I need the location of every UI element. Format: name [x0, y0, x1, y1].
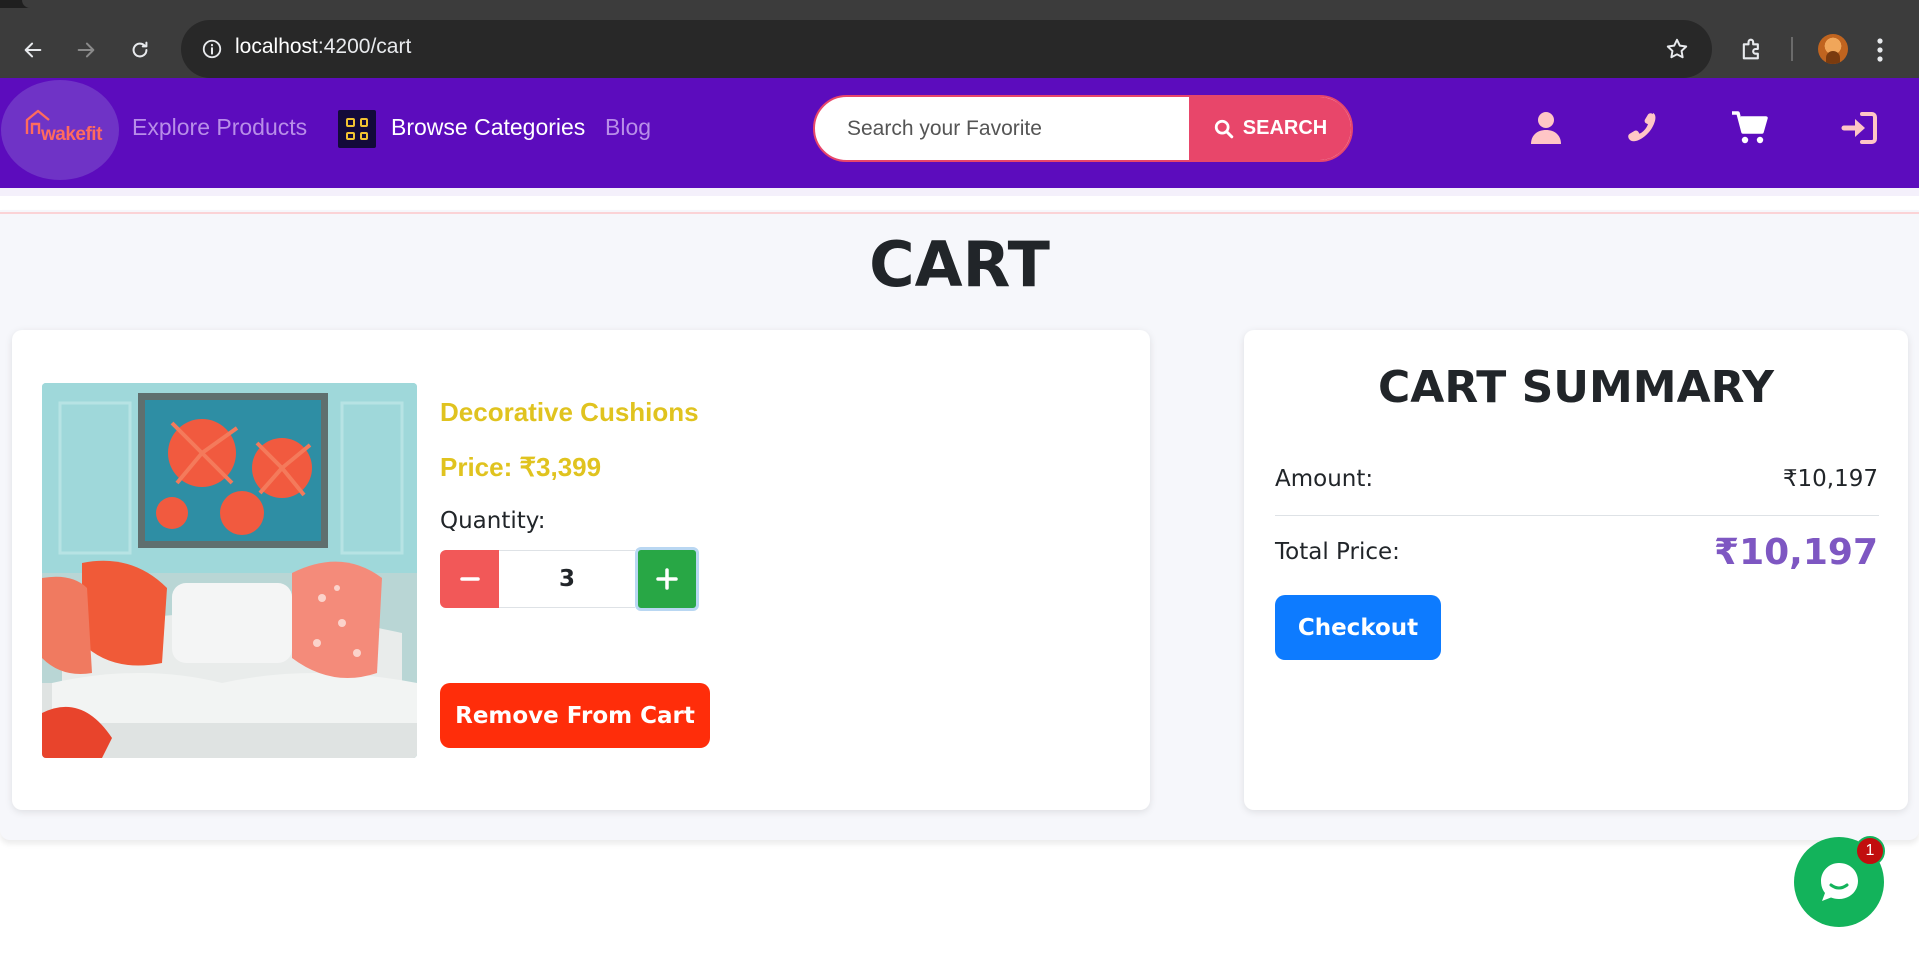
- categories-grid-icon[interactable]: [338, 110, 376, 148]
- chat-bubble-icon: [1821, 863, 1858, 901]
- contact-button[interactable]: [1618, 106, 1662, 150]
- navbar-underline: [0, 188, 1919, 196]
- increase-quantity-button[interactable]: [635, 547, 699, 611]
- bookmark-star-icon[interactable]: [1664, 36, 1690, 62]
- login-button[interactable]: [1838, 106, 1882, 150]
- arrow-right-icon: [77, 42, 95, 58]
- browser-toolbar: localhost:4200/cart: [0, 8, 1919, 78]
- phone-icon: [1628, 113, 1656, 142]
- chat-notification-badge: 1: [1855, 836, 1885, 866]
- product-photo-cushions: [42, 383, 417, 758]
- forward-button[interactable]: [68, 32, 104, 68]
- content-top-border: [0, 212, 1919, 214]
- amount-label: Amount:: [1275, 466, 1374, 492]
- url-text[interactable]: localhost:4200/cart: [235, 35, 411, 59]
- checkout-button[interactable]: Checkout: [1275, 595, 1441, 660]
- quantity-value[interactable]: 3: [499, 550, 635, 608]
- amount-value: ₹10,197: [1782, 466, 1878, 492]
- login-icon: [1841, 112, 1877, 144]
- reload-button[interactable]: [122, 32, 158, 68]
- brand-logo[interactable]: wakefit: [1, 80, 119, 180]
- cart-summary-title: CART SUMMARY: [1378, 362, 1774, 413]
- nav-blog[interactable]: Blog: [605, 114, 651, 141]
- total-price-value: ₹10,197: [1714, 532, 1878, 573]
- product-name[interactable]: Decorative Cushions: [440, 397, 699, 428]
- cart-icon: [1732, 111, 1768, 144]
- user-icon: [1531, 112, 1561, 144]
- search-bar: SEARCH: [813, 95, 1353, 162]
- cart-button[interactable]: [1728, 106, 1772, 150]
- total-price-label: Total Price:: [1275, 539, 1400, 565]
- summary-divider: [1275, 515, 1879, 516]
- site-info-icon[interactable]: [201, 38, 223, 60]
- profile-avatar[interactable]: [1818, 34, 1848, 64]
- product-price: Price: ₹3,399: [440, 452, 602, 482]
- search-input[interactable]: [815, 97, 1191, 160]
- plus-icon: [656, 568, 678, 590]
- quantity-stepper: 3: [440, 547, 699, 611]
- url-path: :4200/cart: [317, 35, 412, 58]
- browser-tabstrip-edge: [22, 0, 1919, 8]
- minus-icon: [459, 577, 480, 581]
- remove-from-cart-button[interactable]: Remove From Cart: [440, 683, 710, 748]
- account-button[interactable]: [1524, 106, 1568, 150]
- search-button[interactable]: SEARCH: [1189, 97, 1351, 160]
- search-button-label: SEARCH: [1242, 117, 1328, 139]
- browser-menu-icon[interactable]: [1876, 36, 1884, 64]
- nav-browse-categories[interactable]: Browse Categories: [391, 114, 585, 141]
- page-title: CART: [869, 228, 1050, 301]
- reload-icon: [132, 41, 148, 58]
- url-host: localhost: [235, 35, 318, 58]
- toolbar-divider: [1791, 37, 1793, 61]
- extensions-icon[interactable]: [1738, 35, 1766, 63]
- quantity-label: Quantity:: [440, 508, 546, 534]
- arrow-left-icon: [24, 42, 42, 58]
- decrease-quantity-button[interactable]: [440, 550, 499, 608]
- product-image[interactable]: [42, 383, 417, 758]
- brand-logo-text: wakefit: [41, 124, 102, 145]
- search-icon: [1214, 119, 1234, 138]
- nav-explore-products[interactable]: Explore Products: [132, 114, 307, 141]
- address-bar[interactable]: localhost:4200/cart: [181, 20, 1712, 78]
- back-button[interactable]: [15, 32, 51, 68]
